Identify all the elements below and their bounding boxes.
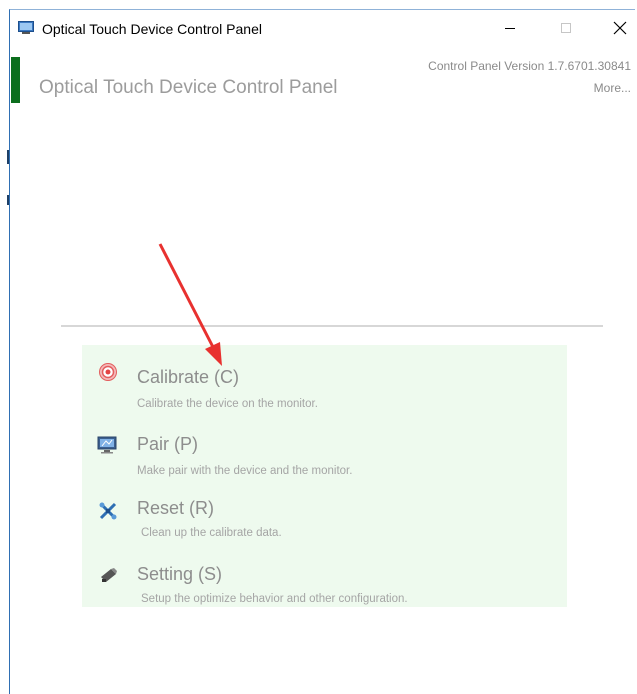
title-bar[interactable]: Optical Touch Device Control Panel	[10, 10, 635, 46]
calibrate-label: Calibrate (C)	[137, 367, 240, 387]
setting-menu-item[interactable]: Setting (S) Setup the optimize behavior …	[82, 551, 567, 615]
control-panel-window: Optical Touch Device Control Panel Optic…	[9, 9, 635, 694]
pair-label: Pair (P)	[137, 434, 199, 454]
reset-label: Reset (R)	[137, 498, 215, 518]
pair-menu-item[interactable]: Pair (P) Make pair with the device and t…	[82, 421, 567, 485]
minimize-icon	[505, 28, 515, 29]
accent-bar	[11, 57, 20, 103]
reset-description: Clean up the calibrate data.	[141, 527, 282, 539]
divider	[61, 325, 603, 327]
calibrate-description: Calibrate the device on the monitor.	[137, 398, 318, 410]
reset-icon	[99, 502, 117, 520]
minimize-button[interactable]	[488, 10, 532, 46]
settings-icon	[101, 568, 117, 582]
maximize-icon	[561, 23, 571, 33]
monitor-icon	[97, 436, 117, 454]
menu-panel: Calibrate (C) Calibrate the device on th…	[82, 345, 567, 607]
background-edge	[0, 0, 9, 694]
calibrate-menu-item[interactable]: Calibrate (C) Calibrate the device on th…	[82, 345, 567, 410]
reset-menu-item[interactable]: Reset (R) Clean up the calibrate data.	[82, 486, 567, 550]
setting-label: Setting (S)	[137, 564, 223, 584]
version-label: Control Panel Version 1.7.6701.30841	[428, 59, 631, 73]
close-icon	[613, 21, 627, 35]
pair-description: Make pair with the device and the monito…	[137, 465, 353, 477]
close-button[interactable]	[598, 10, 637, 46]
maximize-button[interactable]	[544, 10, 588, 46]
setting-description: Setup the optimize behavior and other co…	[141, 593, 408, 605]
window-title: Optical Touch Device Control Panel	[42, 21, 262, 37]
app-icon	[18, 21, 34, 34]
more-link[interactable]: More...	[594, 81, 631, 95]
page-title: Optical Touch Device Control Panel	[39, 77, 338, 98]
target-icon	[99, 363, 117, 381]
